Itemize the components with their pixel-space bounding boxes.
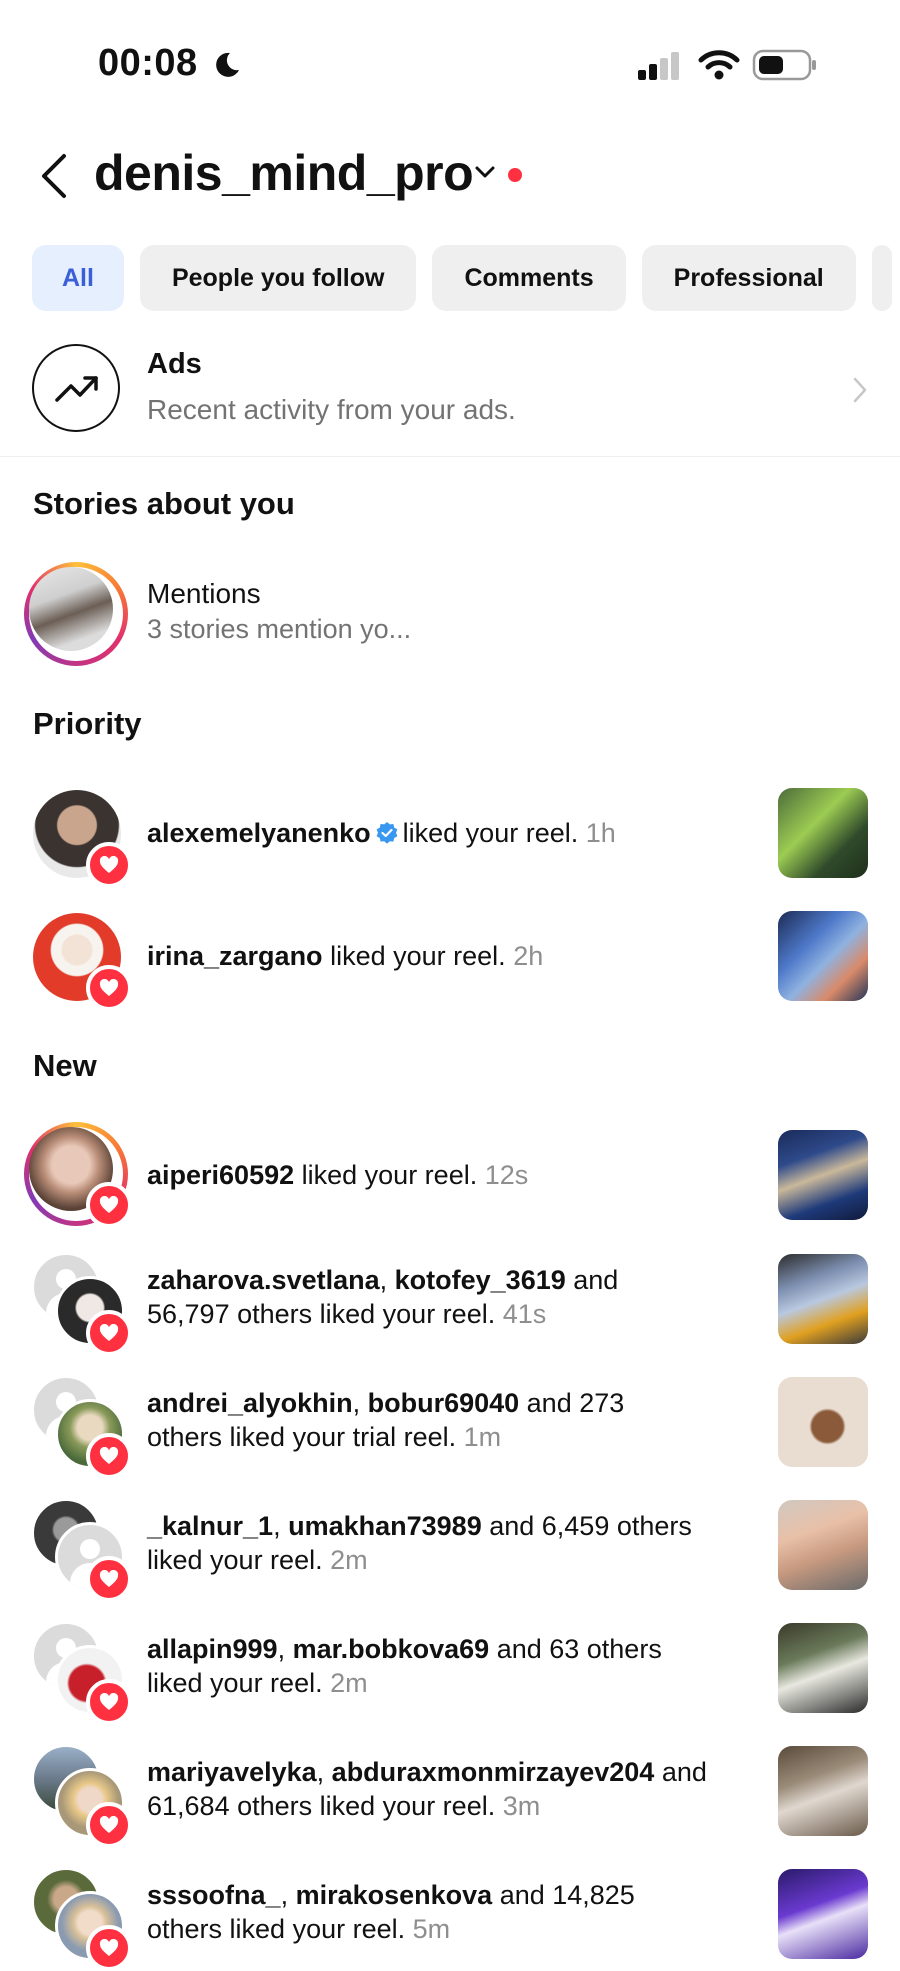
- filter-more[interactable]: [871, 245, 892, 311]
- filter-professional[interactable]: Professional: [641, 245, 856, 311]
- heart-badge-icon: [86, 842, 132, 888]
- notification-text: sssoofna_, mirakosenkova and 14,825 other…: [147, 1880, 635, 1944]
- filter-chips: All People you follow Comments Professional: [32, 245, 900, 311]
- notification-text: irina_zargano liked your reel. 2h: [147, 939, 757, 973]
- notification-text: mariyavelyka, abduraxmonmirzayev204 and 6…: [147, 1757, 707, 1821]
- reel-thumbnail[interactable]: [778, 788, 868, 878]
- action-text: liked your reel.: [330, 941, 506, 971]
- account-title[interactable]: denis_mind_pro: [94, 144, 474, 202]
- timestamp: 1h: [585, 818, 616, 848]
- username[interactable]: kotofey_3619: [395, 1265, 566, 1295]
- timestamp: 2m: [330, 1545, 368, 1575]
- username[interactable]: mariyavelyka: [147, 1757, 317, 1787]
- username[interactable]: alexemelyanenko: [147, 818, 371, 848]
- notification-row[interactable]: mariyavelyka, abduraxmonmirzayev204 and 6…: [0, 1738, 900, 1848]
- notification-text: aiperi60592 liked your reel. 12s: [147, 1160, 529, 1190]
- timestamp: 2m: [330, 1668, 368, 1698]
- ads-subtitle: Recent activity from your ads.: [147, 394, 516, 425]
- back-arrow-icon[interactable]: [34, 150, 78, 202]
- reel-thumbnail[interactable]: [778, 1623, 868, 1713]
- header: denis_mind_pro: [0, 140, 900, 212]
- username[interactable]: bobur69040: [368, 1388, 520, 1418]
- ads-title: Ads: [147, 348, 202, 380]
- action-text: liked your reel.: [402, 818, 579, 848]
- heart-badge-icon: [86, 1925, 132, 1971]
- trending-up-icon: [32, 344, 120, 432]
- filter-people-you-follow[interactable]: People you follow: [139, 245, 417, 311]
- username[interactable]: umakhan73989: [288, 1511, 482, 1541]
- timestamp: 5m: [412, 1914, 451, 1944]
- filter-all[interactable]: All: [32, 245, 124, 311]
- username[interactable]: andrei_alyokhin: [147, 1388, 353, 1418]
- notification-dot: [508, 168, 522, 182]
- mentions-subtitle: 3 stories mention yo...: [147, 614, 412, 644]
- reel-thumbnail[interactable]: [778, 1869, 868, 1959]
- notification-row[interactable]: zaharova.svetlana, kotofey_3619 and 56,79…: [0, 1246, 900, 1356]
- username[interactable]: allapin999: [147, 1634, 278, 1664]
- username[interactable]: sssoofna_: [147, 1880, 281, 1910]
- moon-icon: [216, 52, 239, 77]
- section-stories-about-you: Stories about you: [33, 486, 295, 521]
- notification-text: _kalnur_1, umakhan73989 and 6,459 others…: [147, 1511, 692, 1575]
- timestamp: 41s: [502, 1299, 547, 1329]
- reel-thumbnail[interactable]: [778, 911, 868, 1001]
- notification-text: alexemelyanenko liked your reel. 1h: [147, 816, 757, 850]
- section-new: New: [33, 1048, 97, 1083]
- username[interactable]: abduraxmonmirzayev204: [332, 1757, 655, 1787]
- username[interactable]: mar.bobkova69: [293, 1634, 490, 1664]
- heart-badge-icon: [86, 1310, 132, 1356]
- chevron-right-icon: [853, 377, 867, 403]
- notification-row[interactable]: alexemelyanenko liked your reel. 1h: [0, 780, 900, 890]
- mentions-thumbnail: [29, 567, 113, 651]
- filter-comments[interactable]: Comments: [432, 245, 626, 311]
- reel-thumbnail[interactable]: [778, 1746, 868, 1836]
- heart-badge-icon: [86, 1556, 132, 1602]
- reel-thumbnail[interactable]: [778, 1377, 868, 1467]
- notification-row[interactable]: aiperi60592 liked your reel. 12s: [0, 1120, 900, 1230]
- notification-row[interactable]: _kalnur_1, umakhan73989 and 6,459 others…: [0, 1492, 900, 1602]
- username[interactable]: aiperi60592: [147, 1160, 294, 1190]
- username[interactable]: irina_zargano: [147, 941, 323, 971]
- battery-icon: [752, 49, 816, 81]
- verified-badge-icon: [376, 822, 398, 844]
- status-time: 00:08: [98, 42, 198, 84]
- username[interactable]: _kalnur_1: [147, 1511, 273, 1541]
- timestamp: 1m: [463, 1422, 502, 1452]
- notification-text: andrei_alyokhin, bobur69040 and 273 other…: [147, 1388, 625, 1452]
- heart-badge-icon: [86, 965, 132, 1011]
- wifi-icon: [698, 50, 740, 80]
- username[interactable]: mirakosenkova: [296, 1880, 493, 1910]
- heart-badge-icon: [86, 1182, 132, 1228]
- cellular-signal-icon: [638, 52, 679, 80]
- mentions-story-ring[interactable]: [24, 562, 128, 666]
- mentions-title: Mentions: [147, 578, 261, 609]
- timestamp: 2h: [513, 941, 544, 971]
- notification-text: zaharova.svetlana, kotofey_3619 and 56,79…: [147, 1265, 619, 1329]
- timestamp: 12s: [484, 1160, 529, 1190]
- heart-badge-icon: [86, 1802, 132, 1848]
- ads-row[interactable]: Ads Recent activity from your ads.: [0, 336, 900, 457]
- timestamp: 3m: [502, 1791, 541, 1821]
- status-bar: 00:08: [0, 0, 900, 120]
- notification-row[interactable]: andrei_alyokhin, bobur69040 and 273 other…: [0, 1369, 900, 1479]
- notification-row[interactable]: sssoofna_, mirakosenkova and 14,825 other…: [0, 1861, 900, 1971]
- section-priority: Priority: [33, 706, 142, 741]
- username[interactable]: zaharova.svetlana: [147, 1265, 380, 1295]
- notification-row[interactable]: allapin999, mar.bobkova69 and 63 others l…: [0, 1615, 900, 1725]
- reel-thumbnail[interactable]: [778, 1500, 868, 1590]
- mentions-row[interactable]: [0, 558, 900, 668]
- notification-text: allapin999, mar.bobkova69 and 63 others l…: [147, 1634, 662, 1698]
- heart-badge-icon: [86, 1679, 132, 1725]
- reel-thumbnail[interactable]: [778, 1254, 868, 1344]
- notification-row[interactable]: irina_zargano liked your reel. 2h: [0, 903, 900, 1013]
- chevron-down-icon[interactable]: [474, 164, 496, 182]
- reel-thumbnail[interactable]: [778, 1130, 868, 1220]
- heart-badge-icon: [86, 1433, 132, 1479]
